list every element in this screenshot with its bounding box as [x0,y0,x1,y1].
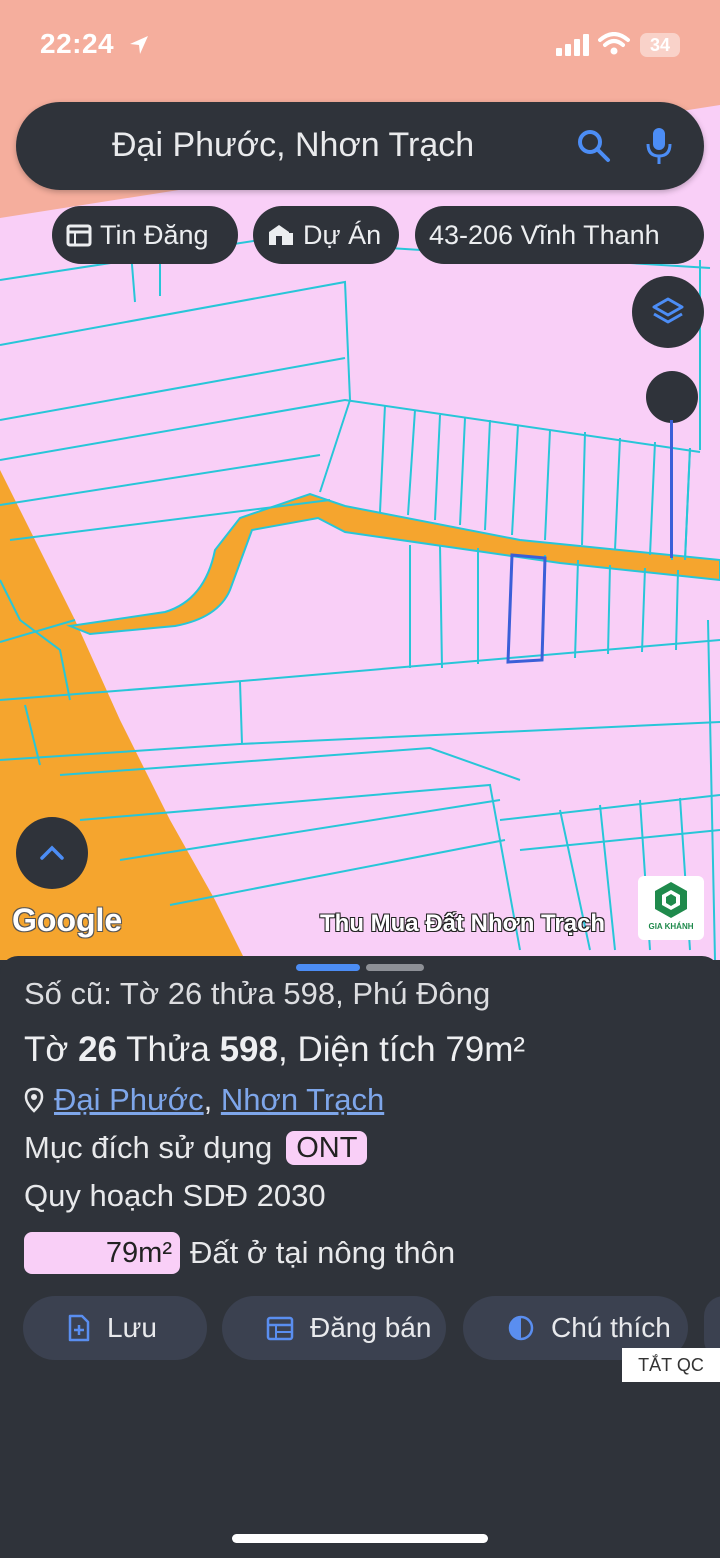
expand-button[interactable] [16,817,88,889]
contrast-icon [508,1315,534,1341]
old-parcel-info: Số cũ: Tờ 26 thửa 598, Phú Đông [24,976,491,1011]
legend-label: Chú thích [551,1312,671,1343]
chip-listings[interactable]: Tin Đăng [52,206,238,264]
map-pin-stem [670,420,673,558]
location-arrow-icon [130,36,148,54]
purpose-label: Mục đích sử dụng [24,1130,273,1165]
plan-label: Quy hoạch SDĐ 2030 [24,1178,326,1213]
sheet-label: Tờ [24,1030,69,1069]
brand-logo-mark [655,882,687,918]
wifi-icon [598,32,630,55]
signal-icon [556,34,589,56]
calendar-icon [66,224,92,247]
search-bar[interactable]: Đại Phước, Nhơn Trạch [16,102,704,190]
land-use-purpose: Mục đích sử dụng ONT [24,1130,368,1166]
chip-label: 43-206 Vĩnh Thanh [429,219,660,250]
map-pin-marker[interactable] [646,371,698,423]
google-logo: Google [12,902,123,938]
area-text: Diện tích 79m² [297,1030,526,1069]
parcel-info-sheet[interactable]: Số cũ: Tờ 26 thửa 598, Phú Đông Tờ 26 Th… [0,956,720,1558]
battery-level: 34 [649,35,671,55]
home-indicator[interactable] [232,1534,488,1543]
post-sale-label: Đăng bán [310,1312,432,1343]
land-use-legend: 79m² Đất ở tại nông thôn [24,1232,455,1274]
calendar-icon [266,1316,294,1341]
building-icon [269,225,293,245]
sheet-handle-active[interactable] [296,964,360,971]
search-query[interactable]: Đại Phước, Nhơn Trạch [112,126,474,165]
add-file-icon [68,1314,90,1342]
legend-swatch: 79m² [24,1232,180,1274]
brand-logo: GIA KHÁNH [638,876,704,940]
parcel-title: Tờ 26 Thửa 598, Diện tích 79m² [24,1030,525,1070]
chip-label: Tin Đăng [100,219,209,250]
save-label: Lưu [107,1312,157,1343]
battery-icon: 34 [640,33,680,57]
search-icon[interactable] [576,128,612,164]
sheet-number: 26 [78,1030,118,1069]
status-time: 22:24 [40,28,115,59]
microphone-icon[interactable] [644,126,674,166]
chip-label: Dự Án [303,219,382,250]
parcel-number: 598 [219,1030,278,1069]
legend-text: Đất ở tại nông thôn [190,1235,456,1270]
chip-projects[interactable]: Dự Án [253,206,399,264]
layers-button[interactable] [632,276,704,348]
chevron-up-icon [40,845,64,860]
map-watermark-text: Thu Mua Đất Nhơn Trạch [320,910,606,937]
disable-ads-button[interactable]: TẮT QC [622,1348,720,1382]
commune-link[interactable]: Đại Phước [54,1082,204,1117]
location-pin-icon [24,1087,44,1113]
district-link[interactable]: Nhơn Trạch [221,1082,384,1117]
chip-location[interactable]: 43-206 Vĩnh Thanh [415,206,704,264]
address-separator: , [203,1082,221,1117]
status-bar: 22:24 34 [0,0,720,90]
comma: , [278,1030,288,1069]
brand-logo-text: GIA KHÁNH [648,922,694,931]
parcel-label: Thửa [126,1030,210,1069]
purpose-code-badge: ONT [286,1131,368,1165]
save-button[interactable]: Lưu [23,1296,207,1360]
legend-area: 79m² [105,1236,172,1269]
post-sale-button[interactable]: Đăng bán [222,1296,446,1360]
layers-icon [652,297,684,324]
sheet-handle-inactive[interactable] [366,964,424,971]
parcel-address: Đại Phước, Nhơn Trạch [24,1082,384,1118]
